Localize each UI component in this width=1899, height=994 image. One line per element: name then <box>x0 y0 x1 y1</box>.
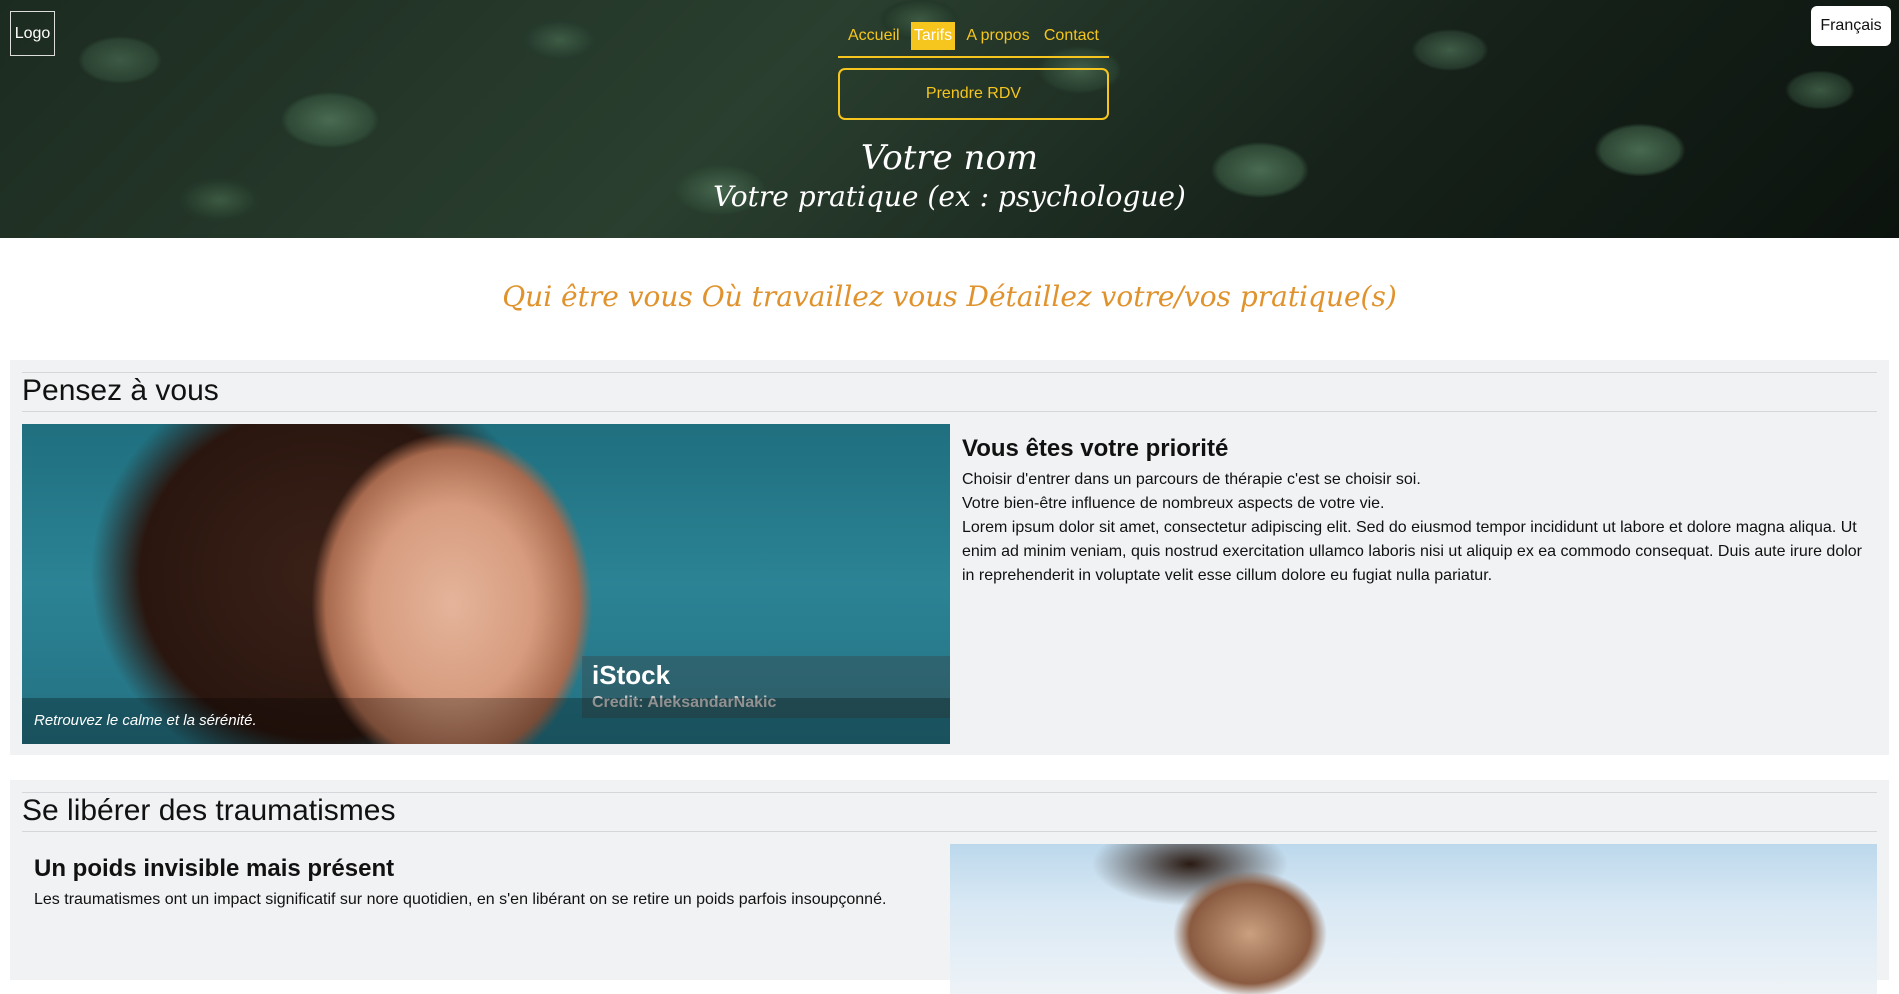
section-title: Se libérer des traumatismes <box>22 792 1877 832</box>
section-text: Vous êtes votre priorité Choisir d'entre… <box>962 434 1862 588</box>
paragraph: Lorem ipsum dolor sit amet, consectetur … <box>962 519 1862 584</box>
hero-practice: Votre pratique (ex : psychologue) <box>713 180 1186 213</box>
logo[interactable]: Logo <box>10 11 55 56</box>
photo-caption: Retrouvez le calme et la sérénité. <box>22 698 950 744</box>
man-breathing-photo <box>950 844 1877 994</box>
book-appointment-button[interactable]: Prendre RDV <box>838 68 1109 120</box>
nav-item-tarifs[interactable]: Tarifs <box>910 22 956 50</box>
paragraph: Les traumatismes ont un impact significa… <box>34 891 887 908</box>
language-selector-button[interactable]: Français <box>1811 6 1891 46</box>
istock-logo: iStock <box>592 660 671 690</box>
tagline: Qui être vous Où travaillez vous Détaill… <box>502 280 1397 313</box>
section-subtitle: Un poids invisible mais présent <box>34 855 395 882</box>
nav-item-contact[interactable]: Contact <box>1041 22 1102 50</box>
section-subtitle: Vous êtes votre priorité <box>962 435 1229 462</box>
hero-name: Votre nom <box>860 138 1039 178</box>
main-nav: Accueil Tarifs A propos Contact <box>838 22 1109 58</box>
section-se-liberer-des-traumatismes: Se libérer des traumatismes Un poids inv… <box>10 780 1889 994</box>
nav-item-a-propos[interactable]: A propos <box>963 22 1032 50</box>
nav-item-accueil[interactable]: Accueil <box>845 22 903 50</box>
paragraph: Votre bien-être influence de nombreux as… <box>962 495 1385 512</box>
section-title: Pensez à vous <box>22 372 1877 412</box>
paragraph: Choisir d'entrer dans un parcours de thé… <box>962 471 1421 488</box>
woman-relaxing-photo: iStock Credit: AleksandarNakic Retrouvez… <box>22 424 950 744</box>
hero-banner: Logo Français Accueil Tarifs A propos Co… <box>0 0 1899 238</box>
section-pensez-a-vous: Pensez à vous iStock Credit: AleksandarN… <box>10 360 1889 755</box>
section-text: Un poids invisible mais présent Les trau… <box>34 854 934 912</box>
